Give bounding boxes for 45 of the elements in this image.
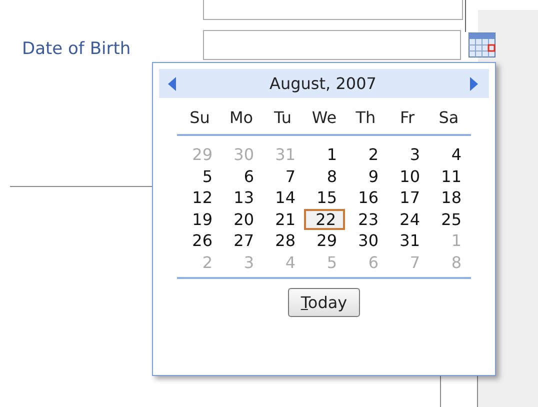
weekday-label: Mo bbox=[228, 108, 254, 126]
day-cell[interactable]: 13 bbox=[220, 187, 262, 208]
day-cell[interactable]: 31 bbox=[386, 230, 428, 252]
day-cell[interactable]: 27 bbox=[220, 230, 262, 252]
weekday-label: Tu bbox=[273, 108, 292, 126]
day-cell[interactable]: 25 bbox=[428, 208, 470, 230]
day-cell[interactable]: 14 bbox=[262, 187, 304, 208]
day-cell[interactable]: 2 bbox=[345, 144, 386, 166]
day-cell[interactable]: 10 bbox=[386, 166, 428, 187]
day-cell[interactable]: 3 bbox=[386, 144, 428, 166]
day-cell[interactable]: 11 bbox=[428, 166, 470, 187]
field-label: Date of Birth bbox=[22, 39, 132, 59]
day-cell[interactable]: 23 bbox=[345, 208, 386, 230]
day-cell[interactable]: 12 bbox=[179, 187, 220, 208]
weekday-label: Th bbox=[354, 108, 377, 126]
weekday-label: Fr bbox=[398, 108, 416, 126]
today-button[interactable]: Today bbox=[288, 288, 360, 317]
day-cell[interactable]: 16 bbox=[345, 187, 386, 208]
day-cell[interactable]: 17 bbox=[386, 187, 428, 208]
date-field[interactable] bbox=[203, 30, 461, 60]
day-cell[interactable]: 21 bbox=[262, 208, 304, 230]
text-field[interactable] bbox=[203, 0, 463, 20]
day-cell[interactable]: 8 bbox=[304, 166, 345, 187]
weekday-label: We bbox=[310, 108, 338, 126]
day-cell[interactable]: 15 bbox=[304, 187, 345, 208]
day-cell[interactable]: 28 bbox=[262, 230, 304, 252]
month-title: August, 2007 bbox=[270, 74, 376, 93]
day-cell[interactable]: 29 bbox=[304, 230, 345, 252]
day-cell[interactable]: 19 bbox=[179, 208, 220, 230]
calendar-icon[interactable] bbox=[468, 30, 496, 58]
day-cell[interactable]: 9 bbox=[345, 166, 386, 187]
day-cell[interactable]: 20 bbox=[220, 208, 262, 230]
day-cell[interactable]: 4 bbox=[428, 144, 470, 166]
day-cell[interactable]: 24 bbox=[386, 208, 428, 230]
day-cell[interactable]: 18 bbox=[428, 187, 470, 208]
day-cell[interactable]: 7 bbox=[262, 166, 304, 187]
day-cell[interactable]: 26 bbox=[179, 230, 220, 252]
previous-month-icon[interactable] bbox=[167, 76, 177, 92]
day-cell[interactable]: 22 bbox=[304, 208, 345, 230]
day-cell[interactable]: 5 bbox=[179, 166, 220, 187]
weekday-label: Su bbox=[188, 108, 211, 126]
day-cell[interactable]: 6 bbox=[220, 166, 262, 187]
weekday-label: Sa bbox=[438, 108, 460, 126]
day-cell[interactable]: 30 bbox=[345, 230, 386, 252]
day-cell[interactable]: 1 bbox=[304, 144, 345, 166]
